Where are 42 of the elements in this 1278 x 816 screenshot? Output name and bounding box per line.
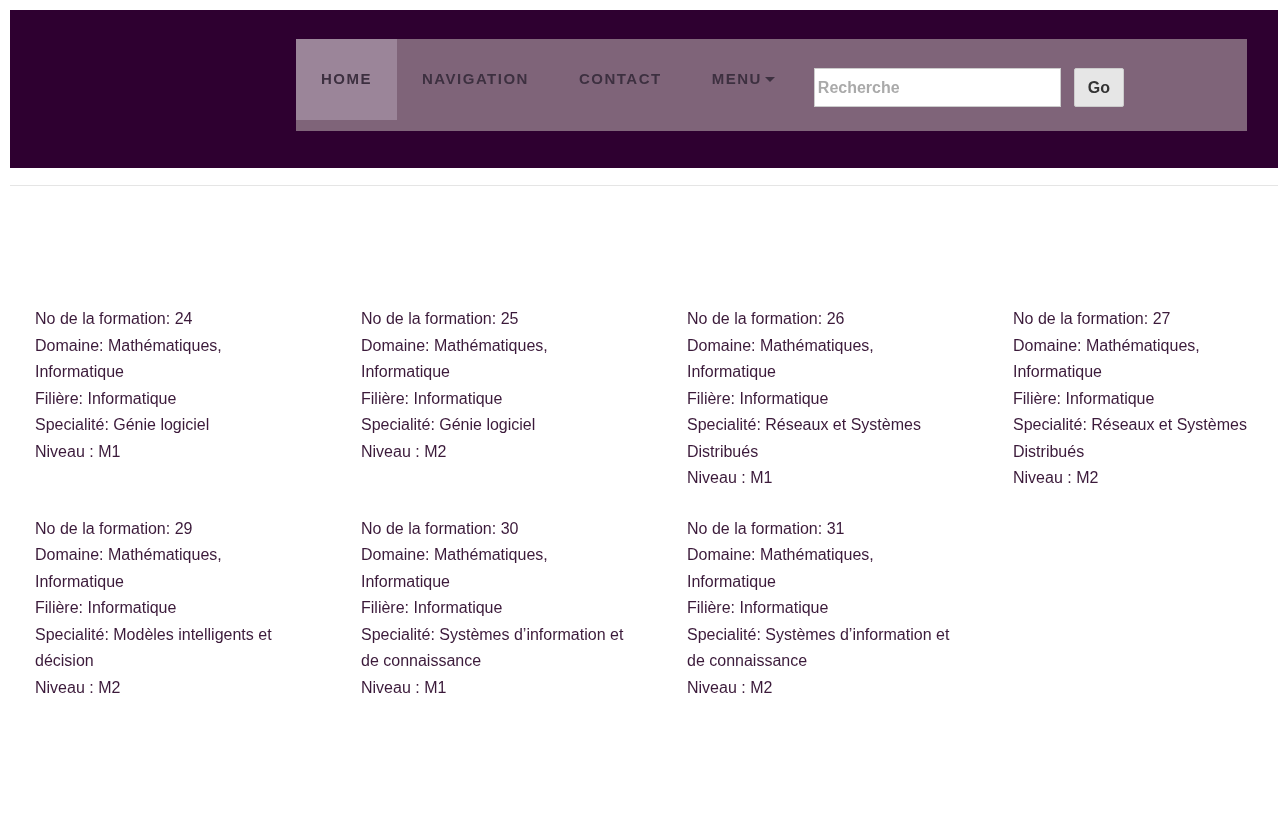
nav-link[interactable]: CONTACT <box>553 39 687 120</box>
field-text: Filière: Informatique <box>361 598 504 618</box>
domain-text: Domaine: Mathématiques, Informatique <box>361 335 549 382</box>
field-text: Filière: Informatique <box>35 388 178 409</box>
level-text: Niveau : M2 <box>687 677 774 698</box>
specialty-text: Specialité: Réseaux et Systèmes Distribués <box>687 415 922 462</box>
specialty-text: Specialité: Systèmes d’information et de connaissance <box>687 624 951 671</box>
search-field[interactable]: Recherche <box>813 68 1061 107</box>
level-text: Niveau : M1 <box>687 468 774 488</box>
specialty-text: Specialité: Systèmes d’information et de connaissance <box>361 624 625 671</box>
field-text: Filière: Informatique <box>1013 388 1156 409</box>
go-button[interactable]: Go <box>1073 68 1124 107</box>
formation-number: No de la formation: 29 <box>35 518 194 539</box>
formation-number: No de la formation: 26 <box>687 309 846 329</box>
specialty-text: Specialité: Réseaux et Systèmes Distribués <box>1013 415 1248 462</box>
field-text: Filière: Informatique <box>361 388 504 409</box>
nav-link[interactable]: HOME <box>296 39 397 120</box>
field-text: Filière: Informatique <box>687 598 830 618</box>
level-text: Niveau : M1 <box>361 677 448 698</box>
level-text: Niveau : M2 <box>361 441 448 462</box>
specialty-text: Specialité: Génie logiciel <box>35 415 211 435</box>
field-text: Filière: Informatique <box>687 388 830 409</box>
caret-icon <box>764 77 775 82</box>
formation-number: No de la formation: 27 <box>1013 309 1172 329</box>
formation-number: No de la formation: 30 <box>361 518 520 539</box>
domain-text: Domaine: Mathématiques, Informatique <box>687 545 875 592</box>
menu-dropdown[interactable]: MENU <box>686 39 800 120</box>
domain-text: Domaine: Mathématiques, Informatique <box>35 545 223 592</box>
domain-text: Domaine: Mathématiques, Informatique <box>35 335 223 382</box>
level-text: Niveau : M2 <box>35 677 122 698</box>
domain-text: Domaine: Mathématiques, Informatique <box>1013 335 1201 382</box>
domain-text: Domaine: Mathématiques, Informatique <box>361 545 549 592</box>
domain-text: Domaine: Mathématiques, Informatique <box>687 335 875 382</box>
field-text: Filière: Informatique <box>35 598 178 618</box>
nav-link[interactable]: NAVIGATION <box>397 39 554 120</box>
level-text: Niveau : M1 <box>35 441 122 462</box>
formation-number: No de la formation: 24 <box>35 309 194 329</box>
formation-number: No de la formation: 31 <box>687 518 846 539</box>
specialty-text: Specialité: Génie logiciel <box>361 415 537 435</box>
specialty-text: Specialité: Modèles intelligents et décision <box>35 624 273 671</box>
formation-number: No de la formation: 25 <box>361 309 520 329</box>
level-text: Niveau : M2 <box>1013 468 1100 488</box>
